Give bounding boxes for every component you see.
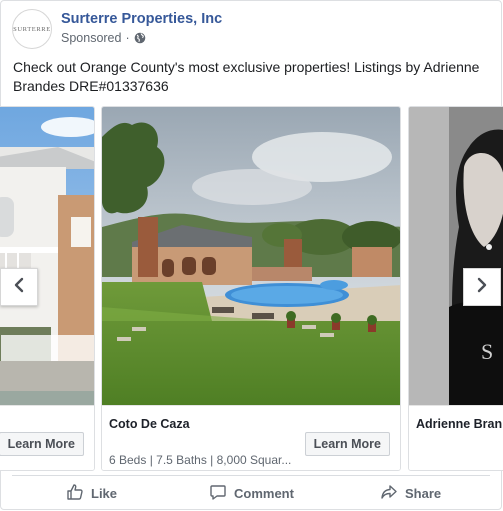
carousel-card[interactable]: Coto De Caza Learn More 6 Beds | 7.5 Bat… [101, 106, 401, 471]
like-label: Like [91, 485, 118, 501]
chevron-right-icon [475, 277, 489, 298]
like-button[interactable]: Like [66, 482, 117, 504]
comment-button[interactable]: Comment [209, 482, 294, 504]
card-image-agent-portrait[interactable]: S [409, 107, 503, 405]
page-avatar[interactable]: SURTERRE [12, 9, 52, 49]
carousel-prev-button[interactable] [0, 268, 38, 306]
actions-divider [12, 475, 490, 476]
post-message: Check out Orange County's most exclusive… [13, 59, 480, 94]
chevron-left-icon [12, 277, 26, 298]
card-title: Coto De Caza [109, 417, 190, 431]
separator-dot: · [125, 31, 130, 45]
share-button[interactable]: Share [380, 482, 441, 504]
card-description: 6 Beds | 7.5 Baths | 8,000 Squar... [109, 453, 292, 467]
card-image-white-house[interactable] [0, 107, 94, 405]
sponsored-row: Sponsored · [61, 31, 146, 45]
card-image-estate-pool[interactable] [102, 107, 400, 405]
card-info: Learn More [0, 405, 94, 470]
learn-more-button[interactable]: Learn More [0, 432, 84, 456]
comment-label: Comment [234, 485, 294, 501]
sponsored-label[interactable]: Sponsored [61, 31, 121, 45]
avatar-logo-text: SURTERRE [13, 25, 51, 33]
card-info: Coto De Caza Learn More 6 Beds | 7.5 Bat… [102, 405, 400, 470]
share-icon [380, 483, 405, 504]
sponsored-post: SURTERRE Surterre Properties, Inc Sponso… [0, 0, 503, 511]
carousel[interactable]: Learn More Coto De Caza Learn More 6 Bed… [0, 106, 503, 472]
svg-text:S: S [481, 339, 493, 364]
globe-icon[interactable] [134, 32, 146, 44]
learn-more-button[interactable]: Learn More [304, 432, 390, 456]
card-info: Adrienne Bran [409, 405, 503, 470]
share-label: Share [405, 485, 442, 501]
carousel-next-button[interactable] [463, 268, 501, 306]
thumbs-up-icon [66, 483, 91, 504]
card-title: Adrienne Bran [416, 417, 503, 431]
page-name-link[interactable]: Surterre Properties, Inc [61, 11, 222, 27]
comment-icon [209, 483, 234, 504]
